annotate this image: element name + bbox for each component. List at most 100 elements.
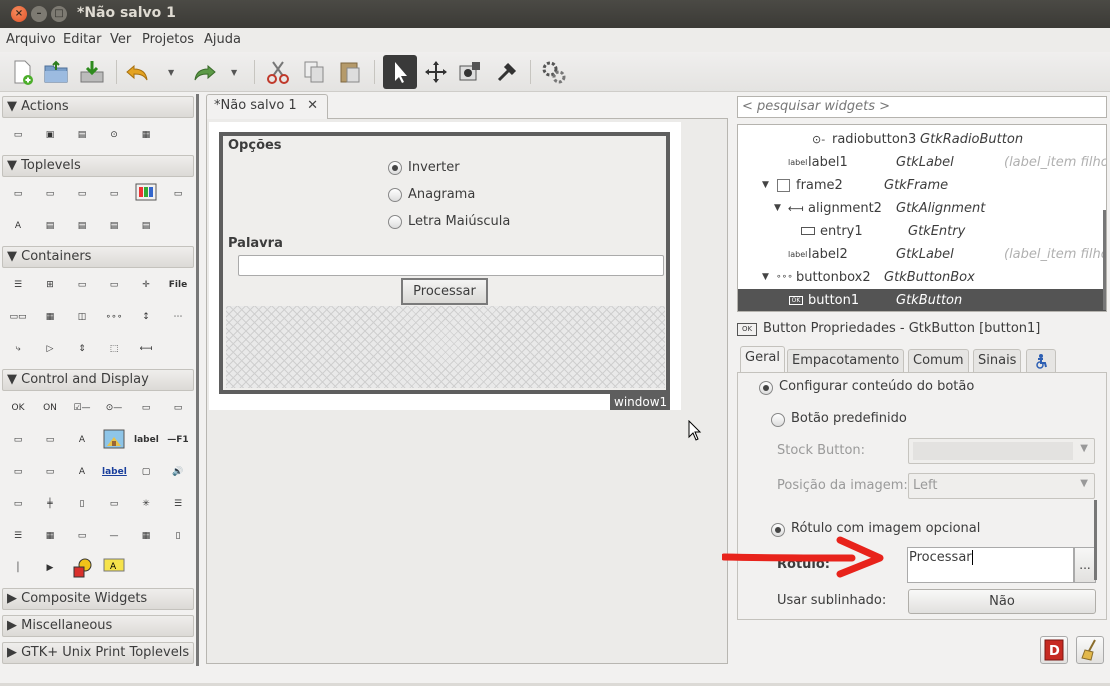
statusbar-icon[interactable]: ▭ bbox=[70, 525, 94, 549]
label-widget-icon[interactable]: label bbox=[134, 429, 159, 453]
arrow-widget-icon[interactable]: ▶ bbox=[38, 557, 62, 581]
frame-palavra-label[interactable]: Palavra bbox=[228, 236, 283, 251]
window-close-button[interactable]: × bbox=[11, 6, 27, 22]
button-box-icon[interactable]: ∘∘∘ bbox=[102, 306, 126, 330]
widget-search-input[interactable]: < pesquisar widgets > bbox=[737, 96, 1107, 118]
fixed-icon[interactable]: ✛ bbox=[134, 274, 158, 298]
menu-projetos[interactable]: Projetos bbox=[142, 32, 194, 47]
hbuttonbox-icon[interactable]: ▭▭ bbox=[6, 306, 30, 330]
radio-configure-content[interactable] bbox=[759, 381, 773, 395]
volume-button-icon[interactable]: 🔊 bbox=[166, 461, 190, 485]
tab-comum[interactable]: Comum bbox=[908, 349, 969, 373]
calendar-icon[interactable]: ▦ bbox=[134, 525, 158, 549]
message-dialog-icon[interactable]: ▭ bbox=[102, 183, 126, 207]
menu-editar[interactable]: Editar bbox=[63, 32, 102, 47]
drag-resize-icon[interactable] bbox=[422, 58, 450, 86]
combo-box-icon[interactable]: ▭ bbox=[6, 429, 30, 453]
assistant-icon[interactable]: ▤ bbox=[102, 215, 126, 239]
palette-group-actions[interactable]: ▼ Actions bbox=[2, 96, 194, 118]
palette-group-miscellaneous[interactable]: ▶ Miscellaneous bbox=[2, 615, 194, 637]
drawing-area-icon[interactable] bbox=[70, 557, 94, 581]
new-icon[interactable] bbox=[8, 58, 36, 86]
frame-icon[interactable]: ▭ bbox=[102, 274, 126, 298]
expander-icon[interactable]: ⤷ bbox=[6, 338, 30, 362]
tree-row-frame2[interactable]: ▼ frame2 GtkFrame bbox=[738, 174, 1106, 197]
redo-icon[interactable] bbox=[190, 58, 218, 86]
rotulo-textfield[interactable]: Processar bbox=[907, 547, 1074, 583]
window-minimize-button[interactable]: – bbox=[31, 6, 47, 22]
tree-row-button1[interactable]: OK button1 GtkButton bbox=[738, 289, 1106, 311]
tree-row-label2[interactable]: label label2 GtkLabel (label_item filho bbox=[738, 243, 1106, 266]
palette-group-gtk-unix-print[interactable]: ▶ GTK+ Unix Print Toplevels bbox=[2, 642, 194, 664]
radio-anagrama[interactable] bbox=[388, 188, 402, 202]
window-maximize-button[interactable]: □ bbox=[51, 6, 67, 22]
image-position-combo[interactable]: Left ▼ bbox=[908, 473, 1095, 499]
palette-group-composite-widgets[interactable]: ▶ Composite Widgets bbox=[2, 588, 194, 610]
window-widget-icon[interactable]: ▭ bbox=[6, 183, 30, 207]
tab-accessibility[interactable] bbox=[1026, 349, 1056, 373]
stock-button-combo[interactable]: ▼ bbox=[908, 438, 1095, 464]
vseparator-widget-icon[interactable]: ▯ bbox=[166, 525, 190, 549]
palette-scrollbar[interactable] bbox=[196, 94, 199, 666]
tree-row-radiobutton3[interactable]: ⊙- radiobutton3 GtkRadioButton bbox=[738, 128, 1106, 151]
paned-icon[interactable]: ◫ bbox=[70, 306, 94, 330]
hscale-icon[interactable]: ▭ bbox=[102, 493, 126, 517]
entry-widget-icon[interactable]: ▭ bbox=[166, 397, 190, 421]
tree-row-label1[interactable]: label label1 GtkLabel (label_item filho bbox=[738, 151, 1106, 174]
clear-button[interactable] bbox=[1076, 636, 1104, 664]
tree-view-icon[interactable]: ☰ bbox=[6, 525, 30, 549]
check-button-icon[interactable]: ☑— bbox=[70, 397, 94, 421]
alignment-icon[interactable]: ↕ bbox=[134, 306, 158, 330]
link-button-icon[interactable]: label bbox=[102, 461, 127, 485]
vscale-icon[interactable]: ╪ bbox=[38, 493, 62, 517]
palavra-entry[interactable] bbox=[238, 255, 664, 276]
tab-empacotamento[interactable]: Empacotamento bbox=[787, 349, 905, 373]
radio-action-icon[interactable]: ▤ bbox=[70, 124, 94, 148]
close-tab-icon[interactable]: ✕ bbox=[307, 98, 318, 113]
text-view-icon[interactable]: ☰ bbox=[166, 493, 190, 517]
vscrollbar-icon[interactable]: ▯ bbox=[70, 493, 94, 517]
radio-label-with-image[interactable] bbox=[771, 523, 785, 537]
action-group-icon[interactable]: ▦ bbox=[134, 124, 158, 148]
tree-row-buttonbox2[interactable]: ▼ ∘∘∘ buttonbox2 GtkButtonBox bbox=[738, 266, 1106, 289]
radio-predefined-button[interactable] bbox=[771, 413, 785, 427]
entry-completion-icon[interactable]: ▭ bbox=[6, 493, 30, 517]
color-button-icon[interactable]: ▭ bbox=[38, 461, 62, 485]
rotulo-more-button[interactable]: ... bbox=[1074, 547, 1096, 583]
toggle-action-icon[interactable]: ▣ bbox=[38, 124, 62, 148]
cut-icon[interactable] bbox=[264, 58, 292, 86]
radio-letra-maiuscula[interactable] bbox=[388, 215, 402, 229]
spin-button-icon[interactable]: ▭ bbox=[134, 397, 158, 421]
menu-ver[interactable]: Ver bbox=[110, 32, 131, 47]
tree-scrollbar[interactable] bbox=[1103, 210, 1106, 310]
dialog-widget-icon[interactable]: ▭ bbox=[70, 183, 94, 207]
layout-icon[interactable]: ⋯ bbox=[166, 306, 190, 330]
tab-sinais[interactable]: Sinais bbox=[973, 349, 1022, 373]
file-chooser-button-small-icon[interactable]: ▭ bbox=[6, 461, 30, 485]
undo-icon[interactable] bbox=[124, 58, 152, 86]
tab-geral[interactable]: Geral bbox=[740, 346, 785, 374]
paste-icon[interactable] bbox=[336, 58, 364, 86]
save-icon[interactable] bbox=[78, 58, 106, 86]
frame-opcoes-label[interactable]: Opções bbox=[228, 138, 282, 153]
toggle-button-icon[interactable]: ON bbox=[38, 397, 62, 421]
radio-inverter[interactable] bbox=[388, 161, 402, 175]
open-icon[interactable] bbox=[42, 58, 70, 86]
recent-action-icon[interactable]: ⊙ bbox=[102, 124, 126, 148]
vbox-icon[interactable]: ☰ bbox=[6, 274, 30, 298]
action-icon[interactable]: ▭ bbox=[6, 124, 30, 148]
tree-row-alignment2[interactable]: ▼ ⟻ alignment2 GtkAlignment bbox=[738, 197, 1106, 220]
offscreen-window-icon[interactable]: ▭ bbox=[38, 183, 62, 207]
document-tab[interactable]: *Não salvo 1 ✕ bbox=[206, 94, 328, 119]
file-chooser-dialog-icon[interactable]: ▭ bbox=[166, 183, 190, 207]
font-selection-icon[interactable]: A bbox=[6, 215, 30, 239]
menu-ajuda[interactable]: Ajuda bbox=[204, 32, 241, 47]
accel-label-icon[interactable]: —F1 bbox=[166, 429, 190, 453]
widget-prop-icon[interactable] bbox=[456, 58, 484, 86]
processar-button[interactable]: Processar bbox=[401, 278, 488, 305]
copy-icon[interactable] bbox=[300, 58, 328, 86]
redo-dropdown-icon[interactable]: ▼ bbox=[231, 68, 237, 77]
viewport-icon[interactable]: ⬚ bbox=[102, 338, 126, 362]
undo-dropdown-icon[interactable]: ▼ bbox=[168, 68, 174, 77]
combo-entry-icon[interactable]: ▭ bbox=[38, 429, 62, 453]
